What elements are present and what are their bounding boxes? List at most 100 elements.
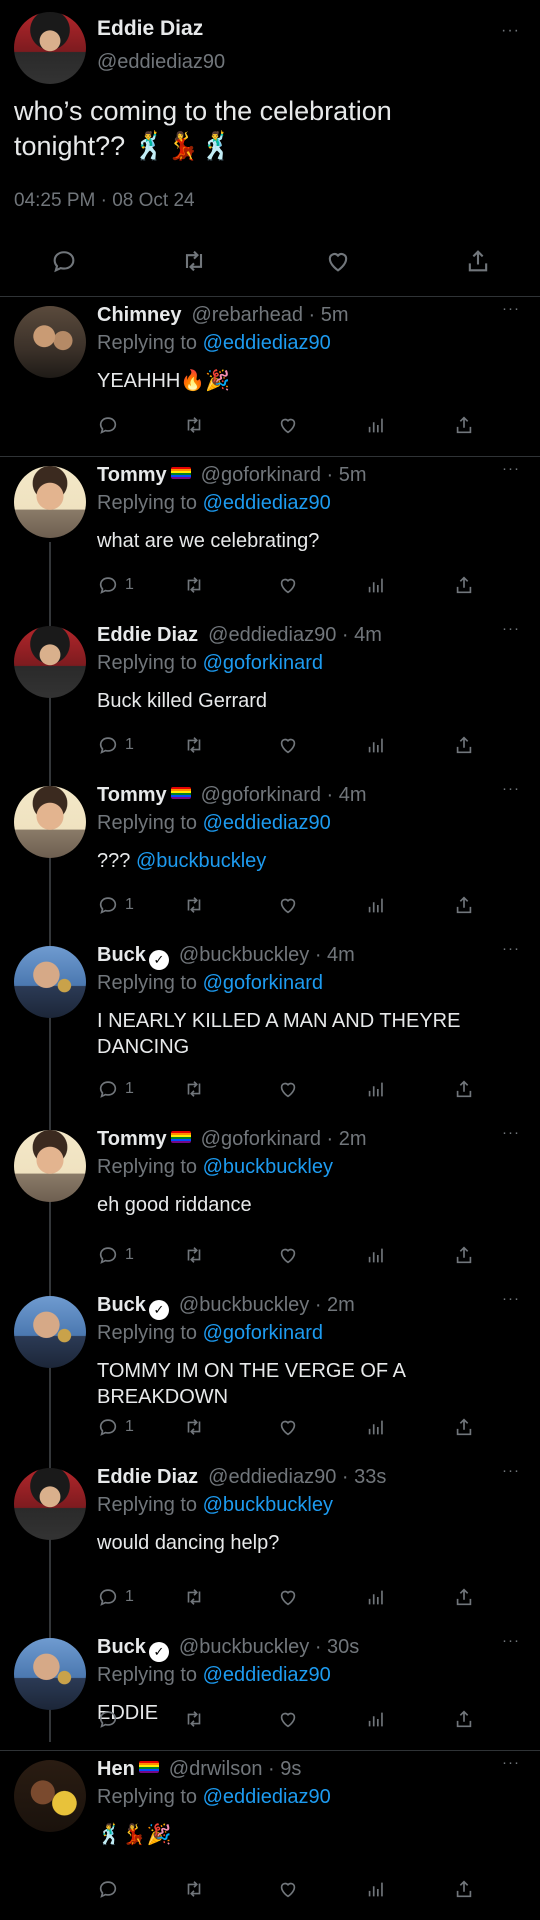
author-name[interactable]: Chimney	[97, 304, 181, 326]
author-handle[interactable]: @buckbuckley · 2m	[179, 1294, 355, 1316]
reply-button[interactable]	[97, 414, 119, 436]
views-button[interactable]	[365, 1078, 387, 1100]
reply-button[interactable]: 1	[97, 1416, 134, 1438]
share-button[interactable]	[453, 414, 475, 436]
reply-button[interactable]: 1	[97, 574, 134, 596]
reply-tweet[interactable]: Eddie Diaz @eddiediaz90 · 4m ··· Replying t…	[0, 616, 540, 776]
avatar[interactable]	[14, 306, 86, 378]
author-name[interactable]: Tommy	[97, 784, 167, 806]
replying-to-mention[interactable]: @buckbuckley	[203, 1156, 333, 1178]
more-options-icon[interactable]: ···	[502, 1632, 520, 1649]
views-button[interactable]	[365, 414, 387, 436]
views-button[interactable]	[365, 1416, 387, 1438]
replying-to-mention[interactable]: @eddiediaz90	[203, 812, 331, 834]
avatar[interactable]	[14, 1130, 86, 1202]
share-button[interactable]	[453, 1708, 475, 1730]
author-handle[interactable]: @drwilson · 9s	[169, 1758, 302, 1780]
more-options-icon[interactable]: ···	[502, 1290, 520, 1307]
reply-button[interactable]	[50, 247, 78, 275]
more-options-icon[interactable]: ···	[502, 1462, 520, 1479]
reply-tweet[interactable]: Buck ✓ @buckbuckley · 2m ··· Replying to @go…	[0, 1286, 540, 1458]
mention-link[interactable]: @buckbuckley	[136, 850, 266, 872]
retweet-button[interactable]	[183, 1416, 205, 1438]
more-options-icon[interactable]: ···	[502, 940, 520, 957]
author-name[interactable]: Buck	[97, 944, 146, 966]
reply-button[interactable]: 1	[97, 1586, 134, 1608]
avatar[interactable]	[14, 626, 86, 698]
avatar[interactable]	[14, 466, 86, 538]
share-button[interactable]	[453, 1244, 475, 1266]
author-handle[interactable]: @buckbuckley · 30s	[179, 1636, 359, 1658]
reply-tweet[interactable]: Tommy @goforkinard · 5m ··· Replying to @ed…	[0, 456, 540, 616]
share-button[interactable]	[453, 574, 475, 596]
retweet-button[interactable]	[183, 1244, 205, 1266]
more-options-icon[interactable]: ···	[502, 300, 520, 317]
views-button[interactable]	[365, 1244, 387, 1266]
avatar[interactable]	[14, 1296, 86, 1368]
retweet-button[interactable]	[183, 1878, 205, 1900]
reply-tweet[interactable]: Hen @drwilson · 9s ··· Replying to @eddiedi…	[0, 1750, 540, 1920]
reply-button[interactable]	[97, 1878, 119, 1900]
like-button[interactable]	[277, 734, 299, 756]
views-button[interactable]	[365, 1708, 387, 1730]
like-button[interactable]	[277, 574, 299, 596]
views-button[interactable]	[365, 894, 387, 916]
avatar[interactable]	[14, 1638, 86, 1710]
replying-to-mention[interactable]: @goforkinard	[203, 652, 323, 674]
author-handle[interactable]: @eddiediaz90 · 33s	[208, 1466, 386, 1488]
like-button[interactable]	[277, 1586, 299, 1608]
retweet-button[interactable]	[180, 247, 208, 275]
author-name[interactable]: Buck	[97, 1294, 146, 1316]
retweet-button[interactable]	[183, 894, 205, 916]
replying-to-mention[interactable]: @eddiediaz90	[203, 492, 331, 514]
more-options-icon[interactable]: ···	[502, 460, 520, 477]
author-name[interactable]: Buck	[97, 1636, 146, 1658]
share-button[interactable]	[453, 1416, 475, 1438]
retweet-button[interactable]	[183, 1586, 205, 1608]
author-handle[interactable]: @eddiediaz90 · 4m	[208, 624, 382, 646]
avatar[interactable]	[14, 12, 86, 84]
author-handle[interactable]: @goforkinard · 2m	[201, 1128, 367, 1150]
replying-to-mention[interactable]: @eddiediaz90	[203, 332, 331, 354]
share-button[interactable]	[453, 894, 475, 916]
share-button[interactable]	[453, 734, 475, 756]
author-handle[interactable]: @rebarhead · 5m	[191, 304, 348, 326]
reply-button[interactable]: 1	[97, 1078, 134, 1100]
reply-tweet[interactable]: Tommy @goforkinard · 4m ··· Replying to @ed…	[0, 776, 540, 936]
author-handle[interactable]: @eddiediaz90	[97, 51, 225, 74]
retweet-button[interactable]	[183, 1708, 205, 1730]
like-button[interactable]	[277, 1708, 299, 1730]
retweet-button[interactable]	[183, 734, 205, 756]
author-handle[interactable]: @goforkinard · 5m	[201, 464, 367, 486]
author-name[interactable]: Tommy	[97, 1128, 167, 1150]
retweet-button[interactable]	[183, 1078, 205, 1100]
like-button[interactable]	[324, 247, 352, 275]
like-button[interactable]	[277, 894, 299, 916]
more-options-icon[interactable]: ···	[502, 780, 520, 797]
author-name[interactable]: Eddie Diaz	[97, 624, 198, 646]
reply-tweet[interactable]: Buck ✓ @buckbuckley · 30s ··· Replying to @e…	[0, 1628, 540, 1751]
more-options-icon[interactable]: ···	[502, 1124, 520, 1141]
more-options-icon[interactable]: ···	[502, 620, 520, 637]
like-button[interactable]	[277, 414, 299, 436]
share-button[interactable]	[453, 1078, 475, 1100]
avatar[interactable]	[14, 946, 86, 1018]
author-name[interactable]: Eddie Diaz	[97, 1466, 198, 1488]
views-button[interactable]	[365, 1878, 387, 1900]
like-button[interactable]	[277, 1878, 299, 1900]
reply-tweet[interactable]: Chimney @rebarhead · 5m ··· Replying to @ed…	[0, 296, 540, 457]
author-handle[interactable]: @goforkinard · 4m	[201, 784, 367, 806]
replying-to-mention[interactable]: @eddiediaz90	[203, 1786, 331, 1808]
replying-to-mention[interactable]: @goforkinard	[203, 1322, 323, 1344]
retweet-button[interactable]	[183, 414, 205, 436]
avatar[interactable]	[14, 1468, 86, 1540]
reply-tweet[interactable]: Eddie Diaz @eddiediaz90 · 33s ··· Replying …	[0, 1458, 540, 1628]
replying-to-mention[interactable]: @goforkinard	[203, 972, 323, 994]
reply-button[interactable]	[97, 1708, 119, 1730]
share-button[interactable]	[453, 1586, 475, 1608]
more-options-icon[interactable]: ···	[502, 1754, 520, 1771]
author-name[interactable]: Hen	[97, 1758, 135, 1780]
replying-to-mention[interactable]: @eddiediaz90	[203, 1664, 331, 1686]
views-button[interactable]	[365, 734, 387, 756]
reply-button[interactable]: 1	[97, 894, 134, 916]
